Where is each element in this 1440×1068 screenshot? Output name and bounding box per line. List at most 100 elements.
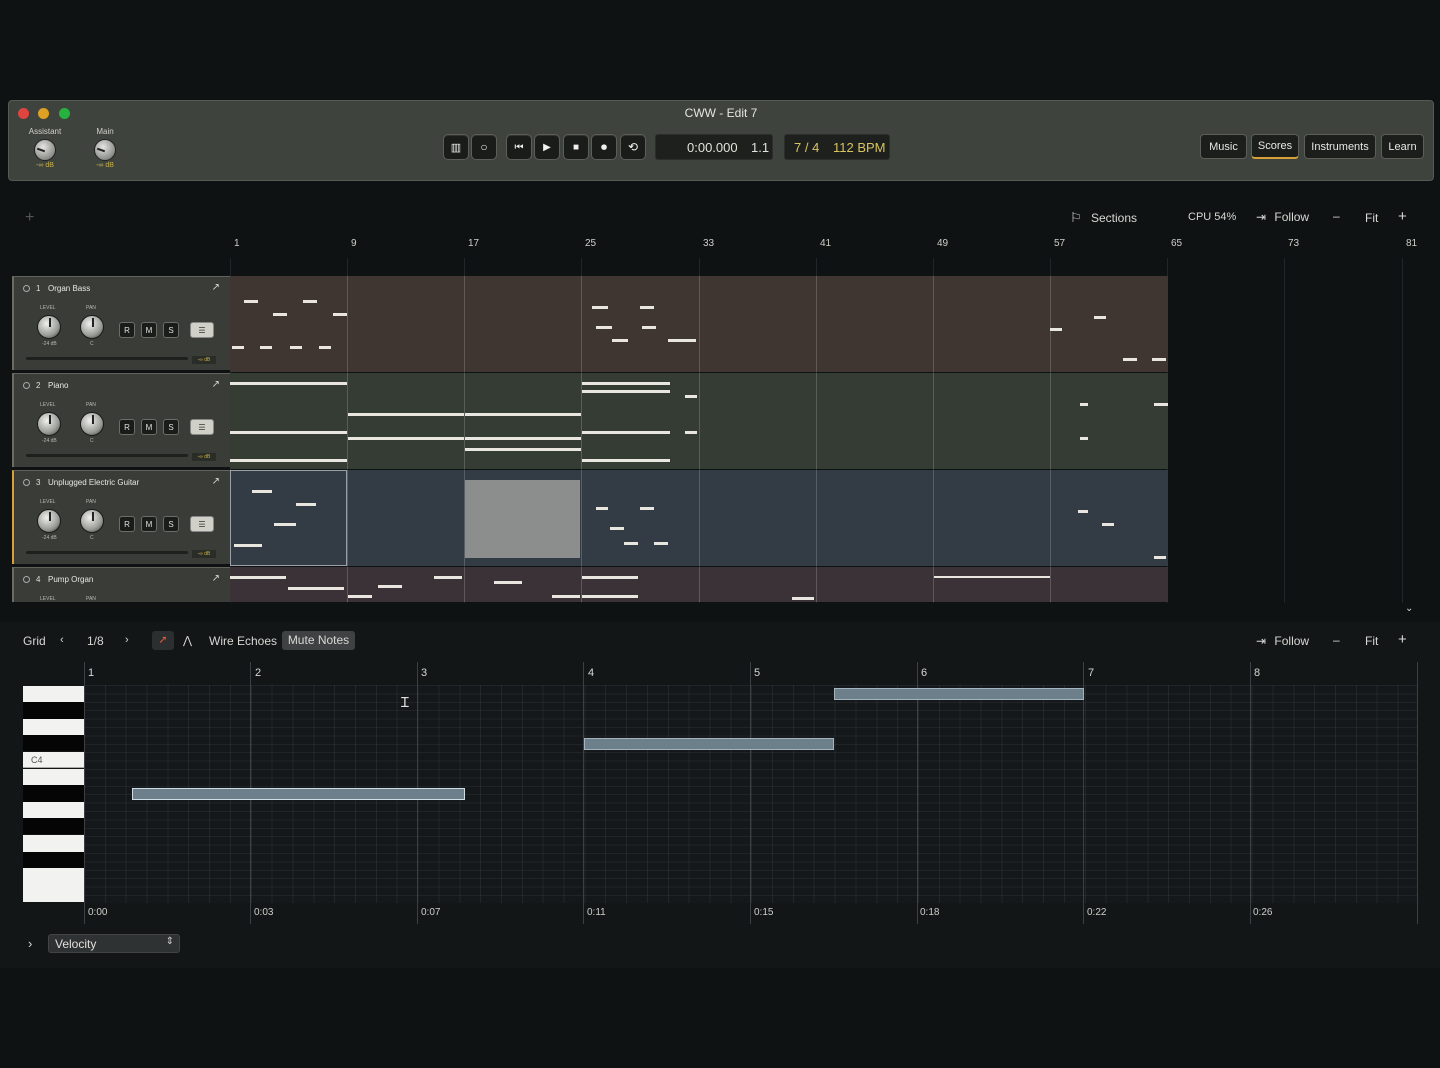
track-header-unplugged-electric-guitar[interactable]: 3 Unplugged Electric Guitar ↗ LEVEL PAN … [12, 470, 230, 564]
track-db-readout: -∞ dB [192, 453, 216, 461]
piano-key-c4[interactable]: C4 [23, 752, 84, 768]
piano-key[interactable] [23, 785, 84, 802]
record-arm-button[interactable]: R [119, 322, 135, 338]
expand-lane-chevron-icon[interactable]: › [28, 936, 32, 951]
fit-button[interactable]: Fit [1365, 211, 1378, 225]
stop-button[interactable]: ■ [563, 134, 589, 160]
mode-learn-button[interactable]: Learn [1381, 134, 1424, 159]
lane-piano[interactable] [230, 373, 1168, 469]
expand-arrow-icon[interactable]: ↗ [212, 379, 220, 390]
grid-next-chevron-icon[interactable]: › [125, 634, 129, 646]
piano-key[interactable] [23, 852, 84, 868]
grid-value[interactable]: 1/8 [87, 634, 104, 648]
track-select-dot[interactable] [23, 479, 30, 486]
volume-fader[interactable] [26, 357, 188, 360]
skip-back-icon: ⏮ [514, 141, 524, 153]
pan-label: PAN [86, 499, 96, 505]
grid-prev-chevron-icon[interactable]: ‹ [60, 634, 64, 646]
solo-button[interactable]: S [163, 516, 179, 532]
piano-key[interactable] [23, 818, 84, 834]
wire-echoes-button[interactable]: Wire Echoes [209, 634, 277, 648]
record-arm-button[interactable]: R [119, 419, 135, 435]
metronome-button[interactable]: ○ [471, 134, 497, 160]
record-button[interactable]: ⏺ [591, 134, 617, 160]
midi-note[interactable] [132, 788, 465, 800]
track-number: 4 [36, 575, 41, 584]
pan-knob[interactable] [80, 412, 104, 436]
piano-key[interactable] [23, 868, 84, 902]
midi-note[interactable] [584, 738, 834, 750]
main-volume-knob[interactable] [94, 139, 116, 161]
piano-key[interactable] [23, 735, 84, 751]
track-settings-button[interactable]: ☰ [190, 322, 214, 338]
track-header-pump-organ[interactable]: 4 Pump Organ ↗ LEVEL PAN [12, 567, 230, 602]
mute-notes-button[interactable]: Mute Notes [282, 631, 355, 650]
zoom-out-button[interactable]: – [1333, 209, 1340, 223]
mode-instruments-button[interactable]: Instruments [1304, 134, 1376, 159]
record-arm-button[interactable]: R [119, 516, 135, 532]
lane-type-select[interactable]: Velocity ⇕ [48, 934, 180, 953]
play-button[interactable]: ▶ [534, 134, 560, 160]
loop-button[interactable]: ⟲ [620, 134, 646, 160]
lane-pump-organ[interactable] [230, 567, 1168, 602]
ruler-mark: 33 [703, 238, 715, 249]
volume-fader[interactable] [26, 551, 188, 554]
level-knob[interactable] [37, 315, 61, 339]
chevron-down-icon[interactable]: ⌄ [1405, 603, 1413, 614]
sections-button[interactable]: ⚐ Sections [1070, 210, 1137, 226]
selected-clip-outline[interactable] [230, 470, 347, 566]
lane-organ-bass[interactable] [230, 276, 1168, 372]
follow-button[interactable]: ⇥ Follow [1256, 210, 1309, 224]
track-header-piano[interactable]: 2 Piano ↗ LEVEL PAN -24 dB C R M S ☰ -∞ … [12, 373, 230, 467]
track-select-dot[interactable] [23, 382, 30, 389]
expand-arrow-icon[interactable]: ↗ [212, 282, 220, 293]
track-db-readout: -∞ dB [192, 550, 216, 558]
zoom-in-button[interactable]: + [1398, 208, 1407, 225]
pointer-tool-icon[interactable]: ➚ [152, 631, 174, 650]
level-knob[interactable] [37, 412, 61, 436]
track-select-dot[interactable] [23, 285, 30, 292]
piano-key[interactable] [23, 769, 84, 785]
volume-fader[interactable] [26, 454, 188, 457]
pan-value: C [90, 438, 94, 444]
lane-unplugged-electric-guitar[interactable] [230, 470, 1168, 566]
mute-button[interactable]: M [141, 419, 157, 435]
rewind-button[interactable]: ⏮ [506, 134, 532, 160]
midi-note[interactable] [834, 688, 1084, 700]
tempo-display[interactable]: 7 / 4 112 BPM [784, 134, 890, 160]
editor-fit-button[interactable]: Fit [1365, 634, 1378, 648]
piano-key[interactable] [23, 702, 84, 719]
window-title: CWW - Edit 7 [684, 106, 758, 120]
sliders-icon: ☰ [198, 325, 206, 335]
solo-button[interactable]: S [163, 322, 179, 338]
track-settings-button[interactable]: ☰ [190, 419, 214, 435]
mode-scores-button[interactable]: Scores [1251, 134, 1299, 159]
track-header-organ-bass[interactable]: 1 Organ Bass ↗ LEVEL PAN -24 dB C R M S … [12, 276, 230, 370]
mode-music-button[interactable]: Music [1200, 134, 1247, 159]
ruler-mark: 9 [351, 238, 357, 249]
expand-arrow-icon[interactable]: ↗ [212, 476, 220, 487]
ruler-mark: 41 [820, 238, 832, 249]
piano-key[interactable] [23, 686, 84, 702]
piano-key[interactable] [23, 835, 84, 852]
pan-knob[interactable] [80, 509, 104, 533]
level-label: LEVEL [40, 596, 56, 602]
stop-icon: ■ [572, 141, 580, 153]
track-select-dot[interactable] [23, 576, 30, 583]
mute-button[interactable]: M [141, 322, 157, 338]
track-settings-button[interactable]: ☰ [190, 516, 214, 532]
editor-zoom-out-button[interactable]: – [1333, 633, 1340, 647]
level-knob[interactable] [37, 509, 61, 533]
editor-zoom-in-button[interactable]: + [1398, 631, 1407, 648]
solo-button[interactable]: S [163, 419, 179, 435]
keyboard-button[interactable]: ▥ [443, 134, 469, 160]
assistant-volume-knob[interactable] [34, 139, 56, 161]
editor-follow-button[interactable]: ⇥ Follow [1256, 634, 1309, 648]
pencil-tool-icon[interactable]: ⋀ [183, 634, 192, 647]
add-track-button[interactable]: + [25, 209, 34, 227]
mute-button[interactable]: M [141, 516, 157, 532]
expand-arrow-icon[interactable]: ↗ [212, 573, 220, 584]
piano-key[interactable] [23, 802, 84, 818]
piano-key[interactable] [23, 719, 84, 735]
pan-knob[interactable] [80, 315, 104, 339]
